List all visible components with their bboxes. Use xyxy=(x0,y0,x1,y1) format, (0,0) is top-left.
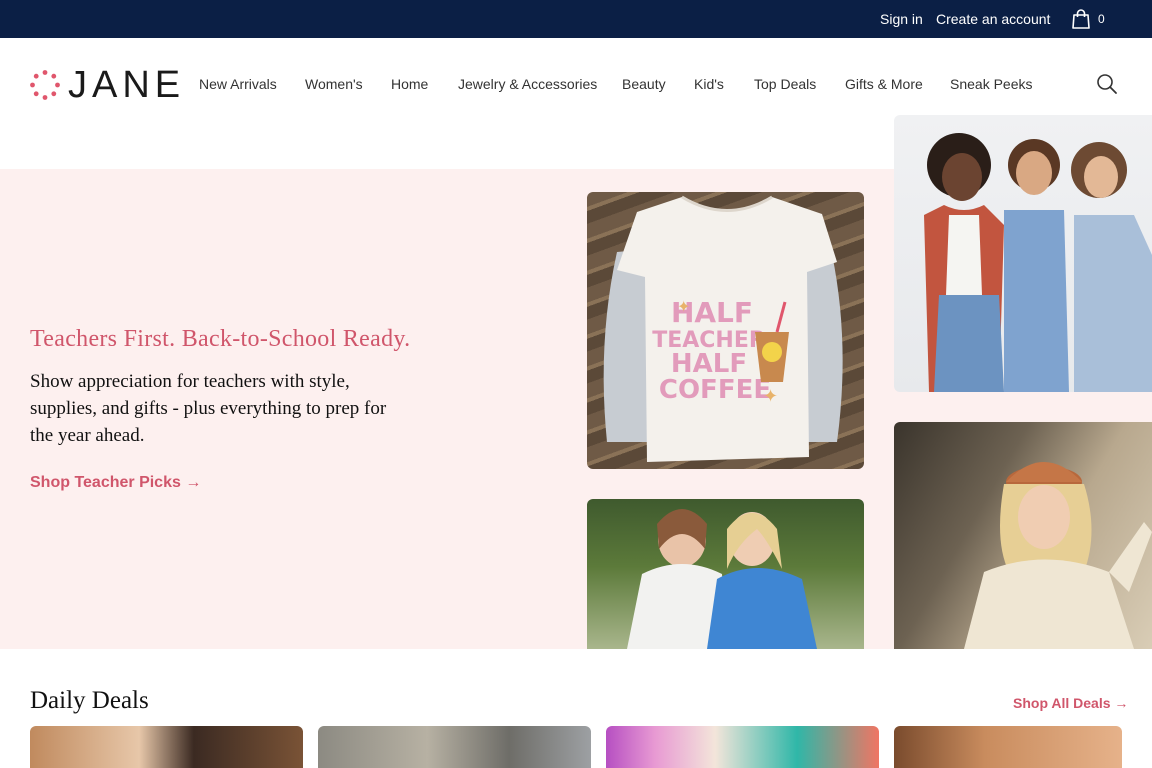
nav-kids[interactable]: Kid's xyxy=(694,76,724,92)
tshirt-illustration: HALF TEACHER HALF COFFEE ✦ ✦ xyxy=(603,195,843,462)
create-account-link[interactable]: Create an account xyxy=(936,11,1050,27)
search-button[interactable] xyxy=(1096,73,1118,95)
deal-card[interactable] xyxy=(318,726,591,768)
deal-card[interactable] xyxy=(606,726,879,768)
shop-teacher-picks-link[interactable]: Shop Teacher Picks → xyxy=(30,474,201,492)
nav-top-deals[interactable]: Top Deals xyxy=(754,76,816,92)
denim-trio-image[interactable] xyxy=(894,115,1152,392)
search-icon xyxy=(1097,74,1117,94)
daily-deals-heading: Daily Deals xyxy=(30,687,149,714)
teacher-coffee-tshirt-image[interactable]: HALF TEACHER HALF COFFEE ✦ ✦ xyxy=(587,192,864,469)
utility-bar: Sign in Create an account 0 xyxy=(0,0,1152,38)
hero-body-text: Show appreciation for teachers with styl… xyxy=(30,371,387,446)
three-women-illustration xyxy=(924,133,1152,392)
nav-home[interactable]: Home xyxy=(391,76,428,92)
deal-card[interactable] xyxy=(894,726,1122,768)
cart-count: 0 xyxy=(1098,12,1105,26)
two-women-illustration xyxy=(627,509,817,649)
sparkle-icon-2: ✦ xyxy=(763,386,778,406)
sign-in-link[interactable]: Sign in xyxy=(880,11,923,27)
nav-womens[interactable]: Women's xyxy=(305,76,363,92)
main-nav: New Arrivals Women's Home Jewelry & Acce… xyxy=(0,76,1152,96)
nav-new-arrivals[interactable]: New Arrivals xyxy=(199,76,277,92)
game-day-sweatshirt-image[interactable] xyxy=(587,499,864,649)
nav-beauty[interactable]: Beauty xyxy=(622,76,666,92)
cart-button[interactable]: 0 xyxy=(1070,8,1110,30)
nav-sneak-peeks[interactable]: Sneak Peeks xyxy=(950,76,1033,92)
nav-gifts-more[interactable]: Gifts & More xyxy=(845,76,923,92)
hero-headline: Teachers First. Back-to-School Ready. xyxy=(30,326,411,352)
shirt-text-coffee: COFFEE xyxy=(659,375,771,405)
shop-all-deals-link[interactable]: Shop All Deals → xyxy=(1013,695,1128,711)
casual-sweater-image[interactable] xyxy=(894,422,1152,649)
shopping-bag-icon xyxy=(1072,9,1090,29)
nav-jewelry-accessories[interactable]: Jewelry & Accessories xyxy=(458,76,597,92)
sparkle-icon: ✦ xyxy=(677,299,690,316)
deal-card[interactable] xyxy=(30,726,303,768)
woman-cap-illustration xyxy=(964,462,1152,649)
